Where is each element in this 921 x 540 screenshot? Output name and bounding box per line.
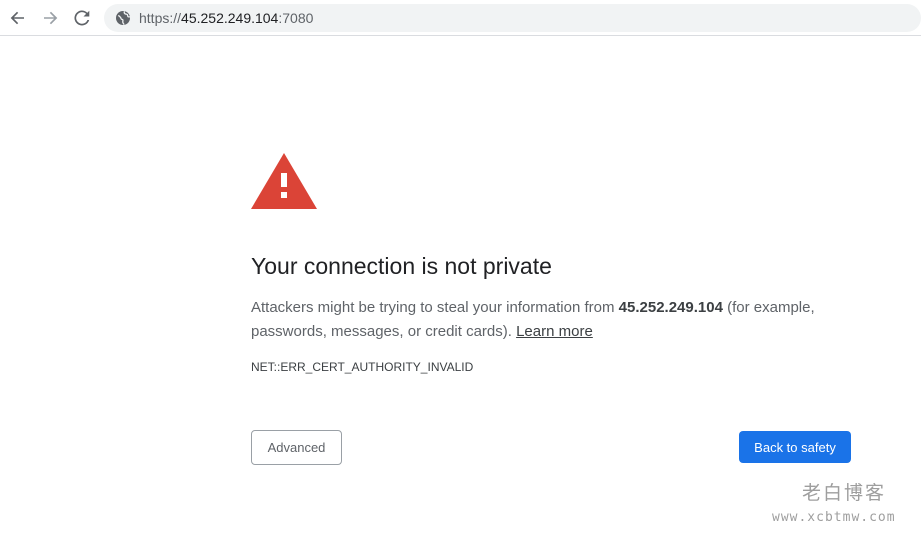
back-to-safety-button[interactable]: Back to safety <box>739 431 851 463</box>
arrow-right-icon <box>44 11 58 25</box>
advanced-button[interactable]: Advanced <box>251 430 342 465</box>
browser-toolbar: https://45.252.249.104:7080 <box>0 0 921 36</box>
watermark-site-name: 老白博客 <box>802 482 887 504</box>
forward-button[interactable] <box>38 6 62 30</box>
warning-message: Attackers might be trying to steal your … <box>251 296 851 344</box>
reload-icon <box>74 10 90 26</box>
page-title: Your connection is not private <box>251 253 552 279</box>
address-bar[interactable]: https://45.252.249.104:7080 <box>104 4 921 32</box>
url-scheme: https:// <box>139 10 182 26</box>
url-port: :7080 <box>278 10 314 26</box>
watermark-site-url: www.xcbtmw.com <box>772 510 896 525</box>
warning-message-prefix: Attackers might be trying to steal your … <box>251 299 619 316</box>
globe-icon[interactable] <box>115 10 131 26</box>
url-host: 45.252.249.104 <box>181 10 279 26</box>
warning-triangle-icon <box>251 153 317 209</box>
arrow-left-icon <box>10 11 24 25</box>
learn-more-link[interactable]: Learn more <box>516 323 593 340</box>
error-code: NET::ERR_CERT_AUTHORITY_INVALID <box>251 360 474 374</box>
back-button[interactable] <box>6 6 30 30</box>
reload-button[interactable] <box>70 6 94 30</box>
warning-host: 45.252.249.104 <box>618 299 723 316</box>
url-text[interactable]: https://45.252.249.104:7080 <box>139 9 313 27</box>
